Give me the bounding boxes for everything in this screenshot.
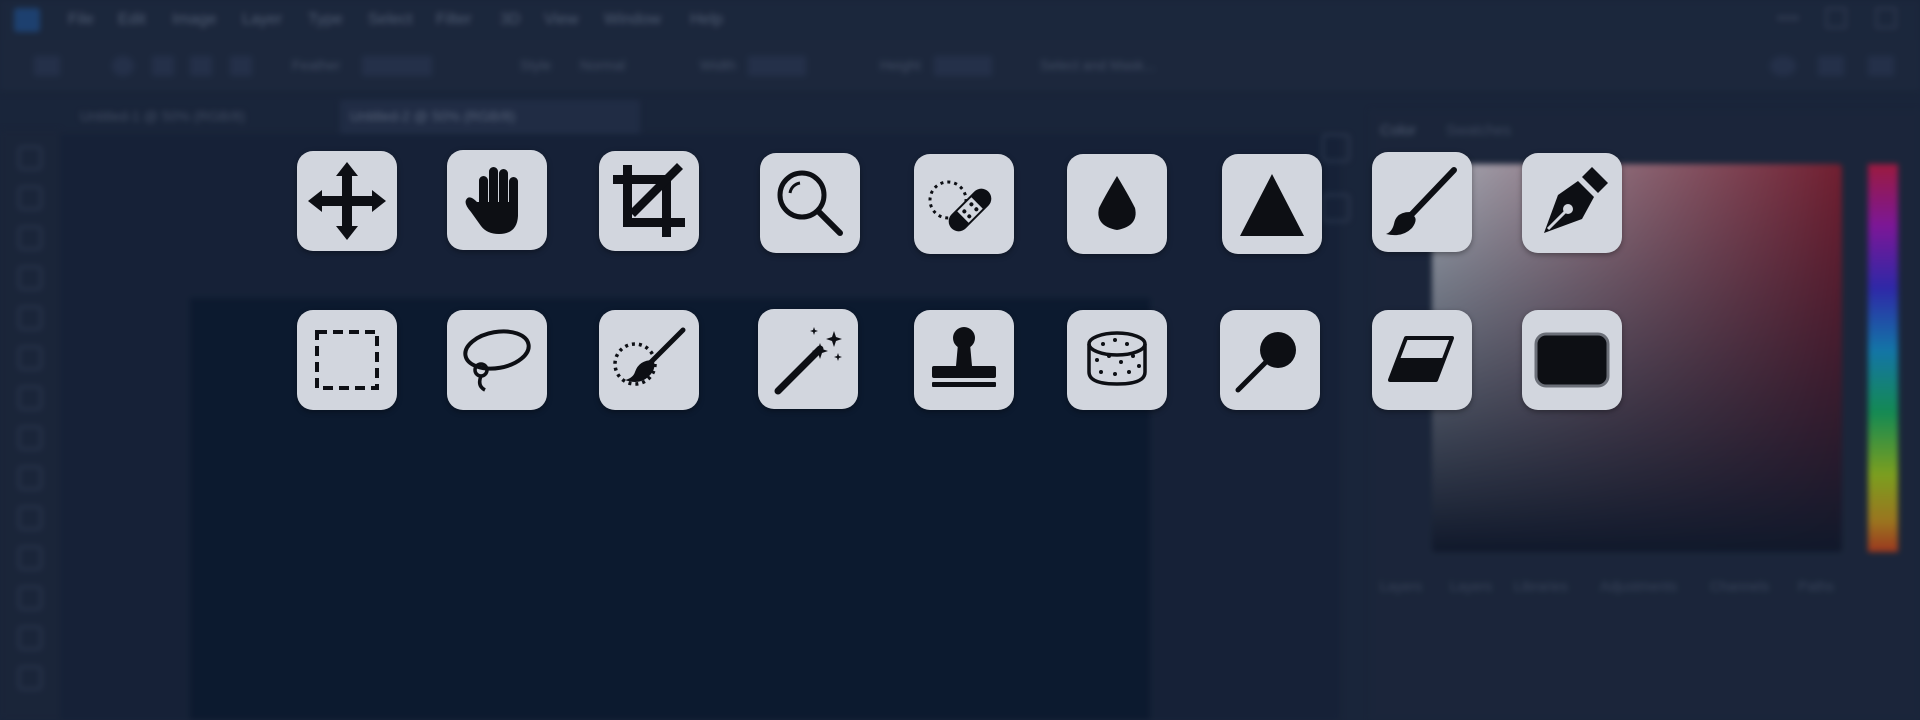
- sponge-icon: [1087, 331, 1147, 386]
- quick-selection-tool-card[interactable]: quick-selection-icon: [599, 310, 699, 410]
- zoom-icon: [777, 170, 843, 236]
- lasso-icon: [463, 329, 531, 392]
- move-tool-card[interactable]: move-icon: [297, 151, 397, 251]
- zoom-tool-card[interactable]: zoom-icon: [760, 153, 860, 253]
- marquee-tool-card[interactable]: marquee-icon: [297, 310, 397, 410]
- magic-wand-icon: [774, 327, 842, 395]
- pen-icon: [1544, 167, 1608, 233]
- rectangle-tool-card[interactable]: rectangle-shape-icon: [1522, 310, 1622, 410]
- eraser-icon: [1388, 336, 1454, 382]
- pen-tool-card[interactable]: pen-icon: [1522, 153, 1622, 253]
- blur-drop-icon: [1098, 176, 1136, 230]
- rectangle-shape-icon: [1534, 332, 1610, 388]
- hand-tool-card[interactable]: hand-icon: [447, 150, 547, 250]
- brush-icon: [1386, 167, 1457, 236]
- dodge-icon: [1235, 332, 1296, 393]
- dodge-tool-card[interactable]: dodge-icon: [1220, 310, 1320, 410]
- healing-brush-icon: [928, 180, 992, 232]
- brush-tool-card[interactable]: brush-icon: [1372, 152, 1472, 252]
- sponge-tool-card[interactable]: sponge-icon: [1067, 310, 1167, 410]
- sharpen-tool-card[interactable]: sharpen-triangle-icon: [1222, 154, 1322, 254]
- hand-icon: [465, 167, 518, 234]
- magic-wand-tool-card[interactable]: magic-wand-icon: [758, 309, 858, 409]
- healing-brush-tool-card[interactable]: healing-brush-icon: [914, 154, 1014, 254]
- crop-icon: [613, 163, 685, 237]
- marquee-icon: [315, 330, 379, 390]
- move-icon: [308, 162, 386, 240]
- clone-stamp-icon: [932, 327, 996, 387]
- blur-tool-card[interactable]: blur-drop-icon: [1067, 154, 1167, 254]
- quick-selection-icon: [613, 327, 686, 386]
- sharpen-triangle-icon: [1240, 174, 1304, 236]
- lasso-tool-card[interactable]: lasso-icon: [447, 310, 547, 410]
- eraser-tool-card[interactable]: eraser-icon: [1372, 310, 1472, 410]
- clone-stamp-tool-card[interactable]: clone-stamp-icon: [914, 310, 1014, 410]
- crop-tool-card[interactable]: crop-icon: [599, 151, 699, 251]
